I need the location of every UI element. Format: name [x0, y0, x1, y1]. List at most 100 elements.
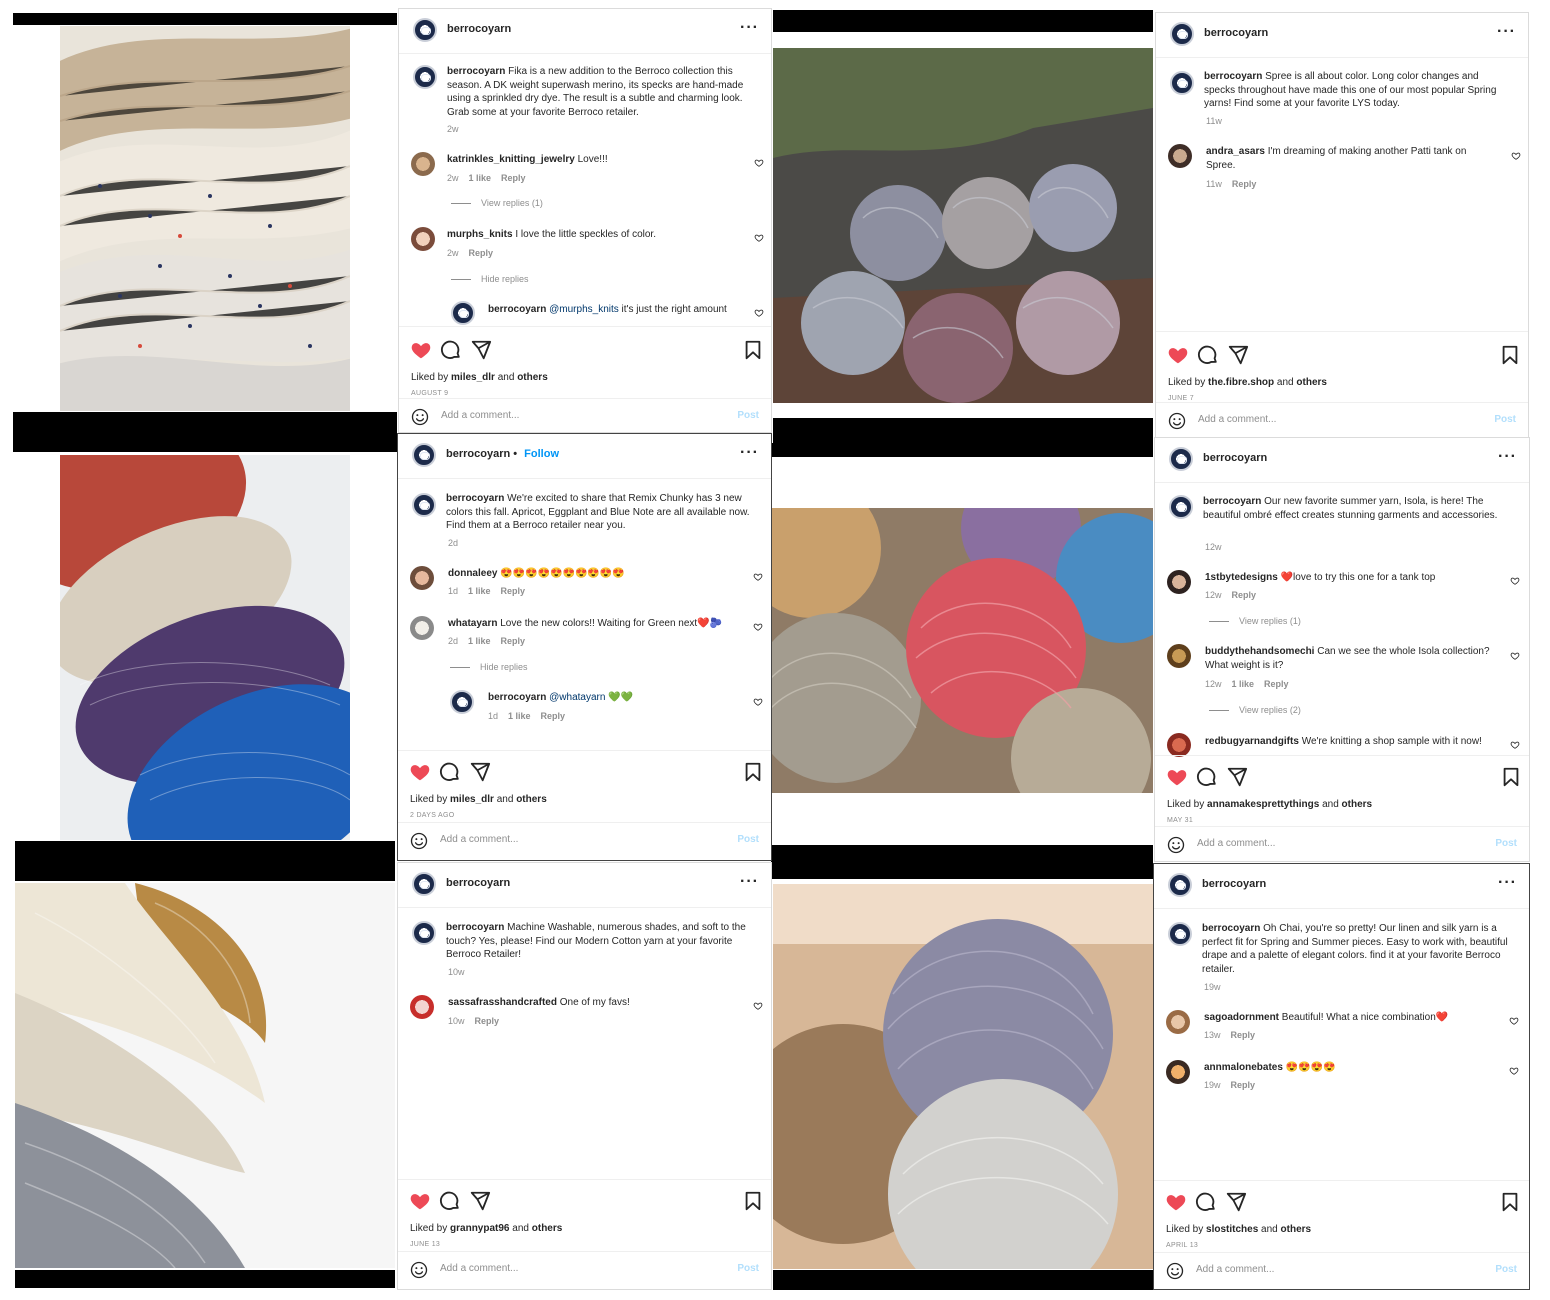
liked-heart-icon[interactable]	[409, 1190, 431, 1212]
reply-link[interactable]: Reply	[1232, 590, 1257, 600]
reply-link[interactable]: Reply	[469, 248, 494, 258]
commenter-avatar[interactable]	[1167, 733, 1191, 757]
like-comment-icon[interactable]	[753, 622, 763, 632]
profile-avatar[interactable]	[1169, 447, 1193, 471]
yarn-photo-spree[interactable]	[773, 48, 1153, 403]
share-icon[interactable]	[469, 761, 491, 783]
commenter-avatar[interactable]	[411, 227, 435, 251]
liked-heart-icon[interactable]	[410, 339, 432, 361]
like-comment-icon[interactable]	[753, 572, 763, 582]
emoji-icon[interactable]	[410, 1261, 428, 1279]
save-bookmark-icon[interactable]	[1499, 1191, 1521, 1213]
like-comment-icon[interactable]	[1510, 576, 1520, 586]
profile-avatar[interactable]	[413, 18, 437, 42]
more-options-icon[interactable]: ···	[1497, 23, 1516, 41]
post-button[interactable]: Post	[1495, 838, 1517, 849]
follow-button[interactable]: Follow	[524, 448, 559, 460]
add-comment-input[interactable]: Add a comment...	[441, 410, 519, 421]
account-name[interactable]: berrocoyarn	[1203, 452, 1267, 464]
comment-icon[interactable]	[1195, 1191, 1217, 1213]
like-comment-icon[interactable]	[1510, 651, 1520, 661]
post-button[interactable]: Post	[737, 410, 759, 421]
add-comment-input[interactable]: Add a comment...	[1196, 1264, 1274, 1275]
commenter-avatar[interactable]	[410, 566, 434, 590]
comment-icon[interactable]	[439, 1190, 461, 1212]
profile-avatar[interactable]	[1170, 22, 1194, 46]
view-replies-link[interactable]: View replies (2)	[1209, 705, 1301, 715]
like-comment-icon[interactable]	[1510, 740, 1520, 750]
emoji-icon[interactable]	[1166, 1262, 1184, 1280]
account-name[interactable]: berrocoyarn	[446, 877, 510, 889]
like-comment-icon[interactable]	[754, 308, 764, 318]
emoji-icon[interactable]	[1167, 836, 1185, 854]
emoji-icon[interactable]	[1168, 412, 1186, 430]
save-bookmark-icon[interactable]	[742, 1190, 764, 1212]
save-bookmark-icon[interactable]	[1500, 766, 1522, 788]
caption-avatar[interactable]	[412, 493, 436, 517]
reply-link[interactable]: Reply	[541, 711, 566, 721]
emoji-icon[interactable]	[410, 832, 428, 850]
like-comment-icon[interactable]	[1511, 151, 1521, 161]
like-comment-icon[interactable]	[1509, 1066, 1519, 1076]
yarn-photo-chai[interactable]	[773, 884, 1153, 1269]
like-comment-icon[interactable]	[753, 1001, 763, 1011]
share-icon[interactable]	[1226, 766, 1248, 788]
yarn-photo-remix-chunky[interactable]	[60, 455, 350, 840]
caption-avatar[interactable]	[1168, 922, 1192, 946]
reply-link[interactable]: Reply	[1264, 679, 1289, 689]
account-name[interactable]: berrocoyarn • Follow	[446, 448, 559, 460]
reply-avatar[interactable]	[450, 690, 474, 714]
caption-avatar[interactable]	[412, 921, 436, 945]
comment-icon[interactable]	[1196, 766, 1218, 788]
post-button[interactable]: Post	[737, 1263, 759, 1274]
reply-link[interactable]: Reply	[1231, 1080, 1256, 1090]
commenter-avatar[interactable]	[410, 995, 434, 1019]
yarn-photo-fika[interactable]	[60, 26, 350, 411]
share-icon[interactable]	[470, 339, 492, 361]
commenter-avatar[interactable]	[411, 152, 435, 176]
comment-icon[interactable]	[440, 339, 462, 361]
save-bookmark-icon[interactable]	[742, 761, 764, 783]
commenter-avatar[interactable]	[1168, 144, 1192, 168]
more-options-icon[interactable]: ···	[1498, 448, 1517, 466]
hide-replies-link[interactable]: Hide replies	[451, 274, 529, 284]
like-comment-icon[interactable]	[754, 233, 764, 243]
emoji-icon[interactable]	[411, 408, 429, 426]
profile-avatar[interactable]	[1168, 873, 1192, 897]
commenter-avatar[interactable]	[1166, 1060, 1190, 1084]
like-comment-icon[interactable]	[753, 697, 763, 707]
commenter-avatar[interactable]	[410, 616, 434, 640]
add-comment-input[interactable]: Add a comment...	[440, 1263, 518, 1274]
liked-heart-icon[interactable]	[1165, 1191, 1187, 1213]
comment-icon[interactable]	[1197, 344, 1219, 366]
reply-link[interactable]: Reply	[501, 586, 526, 596]
save-bookmark-icon[interactable]	[742, 339, 764, 361]
reply-avatar[interactable]	[451, 301, 475, 325]
post-button[interactable]: Post	[1495, 1264, 1517, 1275]
account-name[interactable]: berrocoyarn	[447, 23, 511, 35]
caption-avatar[interactable]	[413, 65, 437, 89]
more-options-icon[interactable]: ···	[740, 19, 759, 37]
save-bookmark-icon[interactable]	[1499, 344, 1521, 366]
reply-link[interactable]: Reply	[501, 636, 526, 646]
share-icon[interactable]	[1227, 344, 1249, 366]
add-comment-input[interactable]: Add a comment...	[1198, 414, 1276, 425]
account-name[interactable]: berrocoyarn	[1204, 27, 1268, 39]
hide-replies-link[interactable]: Hide replies	[450, 662, 528, 672]
liked-heart-icon[interactable]	[1167, 344, 1189, 366]
add-comment-input[interactable]: Add a comment...	[440, 834, 518, 845]
like-comment-icon[interactable]	[1509, 1016, 1519, 1026]
post-button[interactable]: Post	[737, 834, 759, 845]
more-options-icon[interactable]: ···	[740, 444, 759, 462]
liked-heart-icon[interactable]	[1166, 766, 1188, 788]
share-icon[interactable]	[469, 1190, 491, 1212]
caption-avatar[interactable]	[1169, 495, 1193, 519]
commenter-avatar[interactable]	[1167, 570, 1191, 594]
commenter-avatar[interactable]	[1166, 1010, 1190, 1034]
liked-heart-icon[interactable]	[409, 761, 431, 783]
profile-avatar[interactable]	[412, 872, 436, 896]
view-replies-link[interactable]: View replies (1)	[451, 198, 543, 208]
reply-link[interactable]: Reply	[1231, 1030, 1256, 1040]
more-options-icon[interactable]: ···	[740, 873, 759, 891]
add-comment-input[interactable]: Add a comment...	[1197, 838, 1275, 849]
